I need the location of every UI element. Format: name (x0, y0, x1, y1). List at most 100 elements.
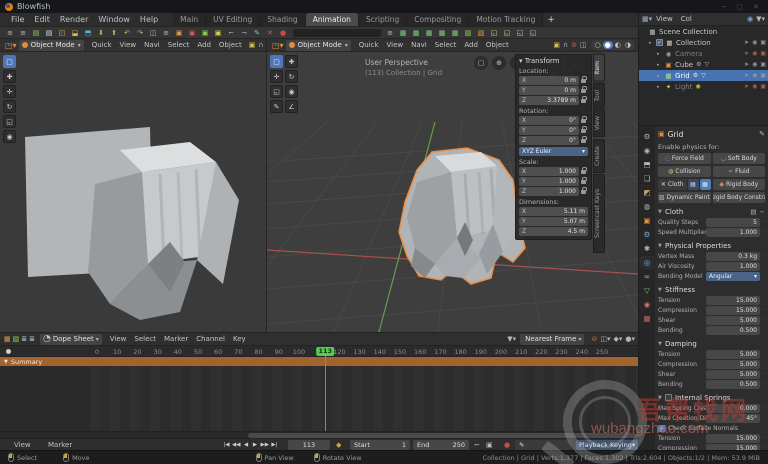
channel-filter-dot-icon[interactable] (6, 349, 11, 354)
dimensions-x-field[interactable]: X5.11 m (519, 207, 588, 216)
scale-y-field[interactable]: Y1.000 (519, 177, 579, 186)
tool-transform[interactable]: ◉ (285, 85, 298, 98)
editor-mini-icon-2[interactable]: ▧ (13, 335, 20, 343)
render-visibility-icon[interactable]: ▣ (760, 72, 766, 79)
tool-scale[interactable]: ◱ (3, 115, 16, 128)
outliner-row-collection[interactable]: ▸✓▦Collection➤◉▣ (639, 37, 768, 48)
vp-main-menu-select[interactable]: Select (431, 41, 461, 49)
property-field-max-spring-creation-le[interactable]: 0.000 (706, 404, 760, 413)
corner-icon-2[interactable]: ¬ (238, 28, 250, 38)
vp-left-menu-view[interactable]: View (116, 41, 141, 49)
dope-sheet-menu-channel[interactable]: Channel (192, 335, 229, 343)
menu-window[interactable]: Window (93, 15, 135, 24)
snap-magnet-icon[interactable]: ∩ (258, 41, 263, 49)
box-green-icon[interactable]: ▣ (199, 28, 211, 38)
render-visibility-icon[interactable]: ▣ (760, 50, 766, 57)
rotation-y-field[interactable]: Y0° (519, 126, 579, 135)
transform-icon-3[interactable]: ◱ (514, 28, 526, 38)
outliner-row-camera[interactable]: ▸◉Camera➤◉▣ (639, 48, 768, 59)
menu-icon-2[interactable]: ≡ (17, 28, 29, 38)
menu-icon-4[interactable]: ≡ (384, 28, 396, 38)
physics-button-rigid-body[interactable]: ◆Rigid Body (713, 179, 766, 190)
keying-icon[interactable]: ◆▾ (613, 335, 622, 343)
lock-icon[interactable] (581, 89, 586, 93)
tool-cursor[interactable]: ✚ (3, 70, 16, 83)
property-field-bending-model[interactable]: Angular▾ (706, 272, 760, 281)
redo-icon[interactable]: ↷ (134, 28, 146, 38)
menu-edit[interactable]: Edit (29, 15, 55, 24)
editor-type-dropdown[interactable]: ◔Dope Sheet▾ (40, 334, 102, 345)
select-arrow-icon[interactable]: ➤ (744, 61, 749, 68)
location-y-field[interactable]: Y0 m (519, 86, 579, 95)
expand-caret-icon[interactable]: ▼ (4, 359, 8, 365)
select-arrow-icon[interactable]: ➤ (744, 72, 749, 79)
overlays-icon[interactable]: ◫ (580, 41, 587, 49)
hide-eye-icon[interactable]: ◉ (752, 50, 757, 57)
vp-left-editor-type-icon[interactable]: ◳▾ (5, 41, 17, 50)
panel-header-damping[interactable]: ▼Damping (658, 338, 765, 349)
render-visibility-icon[interactable]: ▣ (760, 61, 766, 68)
lock-icon[interactable] (581, 139, 586, 143)
physics-button-dynamic-paint[interactable]: ▧Dynamic Paint (658, 192, 711, 203)
gizmo-toggle-icon[interactable]: ▣ (249, 41, 256, 49)
workspace-tab-main[interactable]: Main (173, 13, 206, 26)
editor-mini-icon-3[interactable]: ≣ (21, 335, 27, 343)
snap-grid-icon-3[interactable]: ▦ (423, 28, 435, 38)
undo-icon[interactable]: ↶ (121, 28, 133, 38)
box-yellow-icon[interactable]: ▣ (212, 28, 224, 38)
tab-constraints[interactable]: ∞ (640, 270, 654, 283)
workspace-tab-scripting[interactable]: Scripting (359, 13, 407, 26)
tab-texture[interactable]: ▦ (640, 312, 654, 325)
vp-main-menu-quick[interactable]: Quick (355, 41, 383, 49)
outliner-row-light[interactable]: ▸✦Light◉➤◉▣ (639, 81, 768, 92)
eyedropper-icon[interactable]: ✎ (759, 130, 765, 138)
viewport-main-body[interactable]: User Perspective (113) Collection | Grid… (267, 52, 638, 332)
checkbox-check-surface-normals[interactable]: ✓ (658, 425, 665, 432)
vp-main-menu-add[interactable]: Add (460, 41, 482, 49)
scale-z-field[interactable]: Z1.000 (519, 187, 579, 196)
collapse-caret-icon[interactable]: ▼ (658, 341, 665, 347)
end-frame-field[interactable]: End250 (413, 440, 469, 450)
lock-icon[interactable] (581, 170, 586, 174)
outliner-row-scene-collection[interactable]: ▦Scene Collection (639, 26, 768, 37)
dimensions-y-field[interactable]: Y5.07 m (519, 217, 588, 226)
tab-view-layer[interactable]: ❏ (640, 172, 654, 185)
snap-magnet-icon[interactable]: ∩ (563, 41, 568, 49)
property-field-tension[interactable]: 15.000 (706, 296, 760, 305)
name-field[interactable] (293, 29, 381, 37)
select-arrow-icon[interactable]: ➤ (744, 50, 749, 57)
keying-dropdown[interactable]: Keying ▾ (607, 440, 638, 450)
lock-icon[interactable] (581, 180, 586, 184)
location-z-field[interactable]: Z3.3789 m (519, 96, 579, 105)
new-file-icon[interactable]: ▤ (30, 28, 42, 38)
tab-material[interactable]: ◉ (640, 298, 654, 311)
dimensions-z-field[interactable]: Z4.5 m (519, 227, 588, 236)
panel-header-internal-springs[interactable]: ▼Internal Springs (658, 392, 765, 403)
vp-left-menu-select[interactable]: Select (164, 41, 194, 49)
tool-move[interactable]: ✛ (270, 70, 283, 83)
sidebar-tab-view[interactable]: View (593, 109, 605, 137)
sidebar-tab-screencast-keys[interactable]: Screencast Keys (593, 174, 605, 253)
shading-solid-icon[interactable]: ● (603, 41, 613, 49)
proportional-edit-icon[interactable]: ⊘ (571, 41, 577, 49)
render-visibility-icon[interactable]: ▣ (760, 83, 766, 90)
dope-sheet-menu-view[interactable]: View (106, 335, 131, 343)
vp-main-menu-object[interactable]: Object (482, 41, 513, 49)
tab-output[interactable]: ⬒ (640, 158, 654, 171)
filter-icon[interactable]: ▼▾ (756, 15, 765, 23)
current-frame-field[interactable]: 113 (288, 440, 330, 450)
menu-icon-3[interactable]: ≡ (160, 28, 172, 38)
scale-x-field[interactable]: X1.000 (519, 167, 579, 176)
toggle-perspective-icon[interactable]: ⊕ (492, 56, 506, 70)
monitor-icon[interactable]: ⬒ (82, 28, 94, 38)
panel-header-physical-properties[interactable]: ▼Physical Properties (658, 240, 765, 251)
display-mode-icon[interactable]: ▦▾ (642, 15, 652, 23)
select-arrow-icon[interactable]: ➤ (744, 83, 749, 90)
property-field-bending[interactable]: 0.500 (706, 380, 760, 389)
import-icon[interactable]: ⬇ (95, 28, 107, 38)
filter-funnel-icon[interactable]: ▼▾ (507, 335, 516, 343)
copy-icon[interactable]: ◫▾ (600, 335, 610, 343)
property-field-compression[interactable]: 15.000 (706, 306, 760, 315)
viewport-main[interactable]: ◳▾Object Mode▾QuickViewNaviSelectAddObje… (267, 39, 638, 332)
tool-transform[interactable]: ◉ (3, 130, 16, 143)
